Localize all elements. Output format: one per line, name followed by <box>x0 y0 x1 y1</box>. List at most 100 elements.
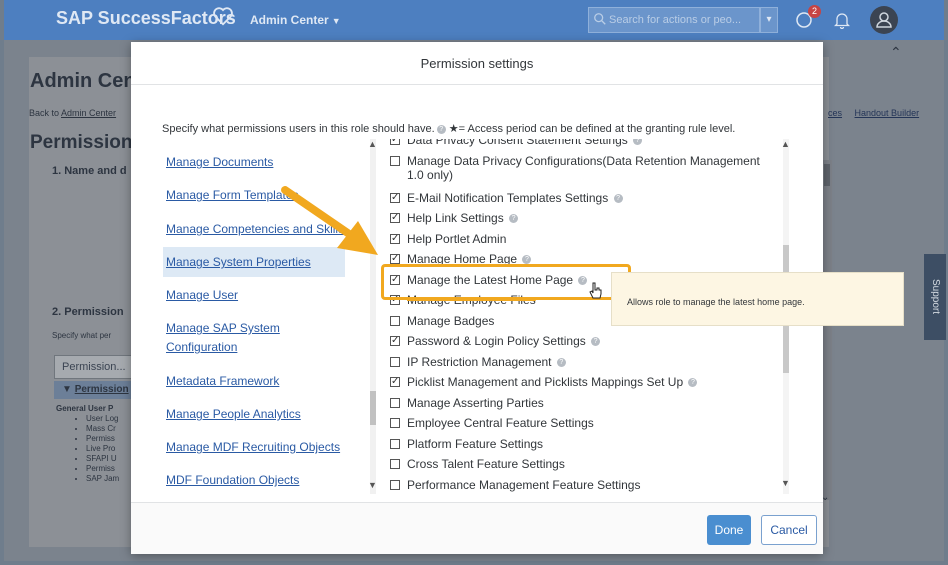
done-button[interactable]: Done <box>707 515 751 545</box>
permission-heading: Permission <box>30 132 133 153</box>
permission-label: Manage Data Privacy Configurations(Data … <box>407 154 760 168</box>
category-scrollbar[interactable]: ▲ ▼ <box>368 139 379 494</box>
dialog-footer: Done Cancel <box>131 502 823 554</box>
permission-item[interactable]: Password & Login Policy Settings ? <box>390 333 601 349</box>
permission-label: IP Restriction Management <box>407 355 552 369</box>
tooltip-text: Allows role to manage the latest home pa… <box>627 297 805 307</box>
search-scope-dropdown[interactable]: ▾ <box>760 7 778 33</box>
scroll-up-icon[interactable]: ▲ <box>368 139 377 149</box>
permission-label: Data Privacy Consent Statement Settings <box>407 139 628 147</box>
checkbox[interactable] <box>390 251 400 266</box>
permission-row[interactable]: ▼ Permission <box>54 381 132 399</box>
category-people-analytics[interactable]: Manage People Analytics <box>163 405 345 423</box>
section-description: Specify what per <box>52 331 112 340</box>
category-manage-documents[interactable]: Manage Documents <box>163 153 345 171</box>
checkbox[interactable] <box>390 459 400 469</box>
info-icon[interactable]: ? <box>633 139 643 146</box>
permission-item[interactable]: Manage Badges <box>390 314 495 329</box>
info-icon[interactable]: ? <box>613 194 623 204</box>
checkbox[interactable] <box>390 418 400 428</box>
list-item: Permiss <box>86 464 119 474</box>
scrollbar-thumb[interactable] <box>370 391 376 425</box>
page-scrollbar[interactable] <box>822 160 832 500</box>
checkbox[interactable] <box>390 316 400 326</box>
search-icon <box>594 13 606 25</box>
permission-label: Manage Badges <box>407 314 495 328</box>
permission-item[interactable]: Help Link Settings ? <box>390 210 519 226</box>
list-item: Live Pro <box>86 444 119 454</box>
permission-label: Help Link Settings <box>407 211 504 225</box>
header-links: ces Handout Builder <box>818 108 919 118</box>
checkbox[interactable] <box>390 374 400 389</box>
permission-item[interactable]: Manage Asserting Parties <box>390 396 544 411</box>
permission-item[interactable]: Employee Central Feature Settings <box>390 416 594 431</box>
permission-item[interactable]: E-Mail Notification Templates Settings ? <box>390 190 623 206</box>
link-handout-builder[interactable]: Handout Builder <box>855 108 920 118</box>
permission-label: 1.0 only) <box>407 168 454 182</box>
category-manage-sap-system[interactable]: Manage SAP System <box>163 319 345 337</box>
permission-label: Cross Talent Feature Settings <box>407 457 565 471</box>
category-manage-system-properties[interactable]: Manage System Properties <box>163 247 345 277</box>
permission-item[interactable]: IP Restriction Management ? <box>390 355 566 370</box>
list-item: SFAPI U <box>86 454 119 464</box>
permission-item[interactable]: Help Portlet Admin <box>390 231 506 247</box>
list-item: User Log <box>86 414 119 424</box>
permission-item[interactable]: Cross Talent Feature Settings <box>390 457 565 472</box>
category-manage-user[interactable]: Manage User <box>163 286 345 304</box>
search-input[interactable]: Search for actions or peo... <box>588 7 760 33</box>
support-tab[interactable]: Support <box>924 254 946 340</box>
checkbox[interactable] <box>390 480 400 490</box>
category-mdf-foundation[interactable]: MDF Foundation Objects <box>163 471 345 489</box>
user-icon <box>876 12 892 28</box>
permission-label: Employee Central Feature Settings <box>407 416 594 430</box>
page-scrollbar-thumb[interactable] <box>824 164 830 186</box>
permission-item[interactable]: Manage Data Privacy Configurations(Data … <box>390 154 760 169</box>
avatar[interactable] <box>870 6 898 34</box>
scrollbar-track[interactable] <box>370 139 376 494</box>
checkbox[interactable] <box>390 190 400 205</box>
checkbox[interactable] <box>390 210 400 225</box>
admin-center-menu[interactable]: Admin Center ▼ <box>250 13 341 27</box>
cancel-button[interactable]: Cancel <box>761 515 817 545</box>
permission-item[interactable]: Performance Management Feature Settings <box>390 478 640 493</box>
info-icon[interactable]: ? <box>688 378 698 388</box>
info-icon[interactable]: ? <box>436 124 446 134</box>
category-manage-competencies[interactable]: Manage Competencies and Skills <box>163 220 345 238</box>
category-metadata-framework[interactable]: Metadata Framework <box>163 372 345 390</box>
category-mdf-recruiting[interactable]: Manage MDF Recruiting Objects <box>163 438 345 456</box>
permission-label: Platform Feature Settings <box>407 437 544 451</box>
checkbox[interactable] <box>390 156 400 166</box>
permission-item[interactable]: Platform Feature Settings <box>390 437 544 452</box>
checkbox[interactable] <box>390 139 400 147</box>
back-prefix: Back to <box>29 108 60 118</box>
permission-row-label: Permission <box>74 384 129 395</box>
info-icon[interactable]: ? <box>556 358 566 368</box>
bell-icon[interactable] <box>834 11 850 29</box>
permission-item[interactable]: Data Privacy Consent Statement Settings … <box>390 139 643 148</box>
back-link[interactable]: Admin Center <box>61 108 116 118</box>
checkbox[interactable] <box>390 439 400 449</box>
info-icon[interactable]: ? <box>522 255 532 265</box>
scroll-down-icon[interactable]: ▼ <box>368 480 377 490</box>
dialog-description: Specify what permissions users in this r… <box>162 122 735 135</box>
scroll-up-icon[interactable]: ▲ <box>781 139 790 149</box>
permission-item[interactable]: Picklist Management and Picklists Mappin… <box>390 374 698 390</box>
info-icon[interactable]: ? <box>509 214 519 224</box>
checkbox[interactable] <box>390 357 400 367</box>
scroll-down-icon[interactable]: ▼ <box>781 478 790 488</box>
permission-button[interactable]: Permission... <box>54 355 132 379</box>
permission-label: Manage Asserting Parties <box>407 396 544 410</box>
section-name-heading: 1. Name and d <box>52 165 127 177</box>
category-manage-form-templates[interactable]: Manage Form Templates <box>163 186 345 204</box>
category-configuration[interactable]: Configuration <box>163 338 345 356</box>
admin-center-label: Admin Center <box>250 13 329 27</box>
link-ces[interactable]: ces <box>828 108 842 118</box>
info-icon[interactable]: ? <box>591 337 601 347</box>
chevron-up-icon[interactable]: ⌃ <box>890 44 902 61</box>
search-placeholder: Search for actions or peo... <box>609 14 742 26</box>
checkbox[interactable] <box>390 333 400 348</box>
checkbox[interactable] <box>390 398 400 408</box>
checkbox[interactable] <box>390 231 400 246</box>
app-logo[interactable]: SAP SuccessFactors <box>56 8 236 29</box>
heart-icon <box>213 7 233 26</box>
